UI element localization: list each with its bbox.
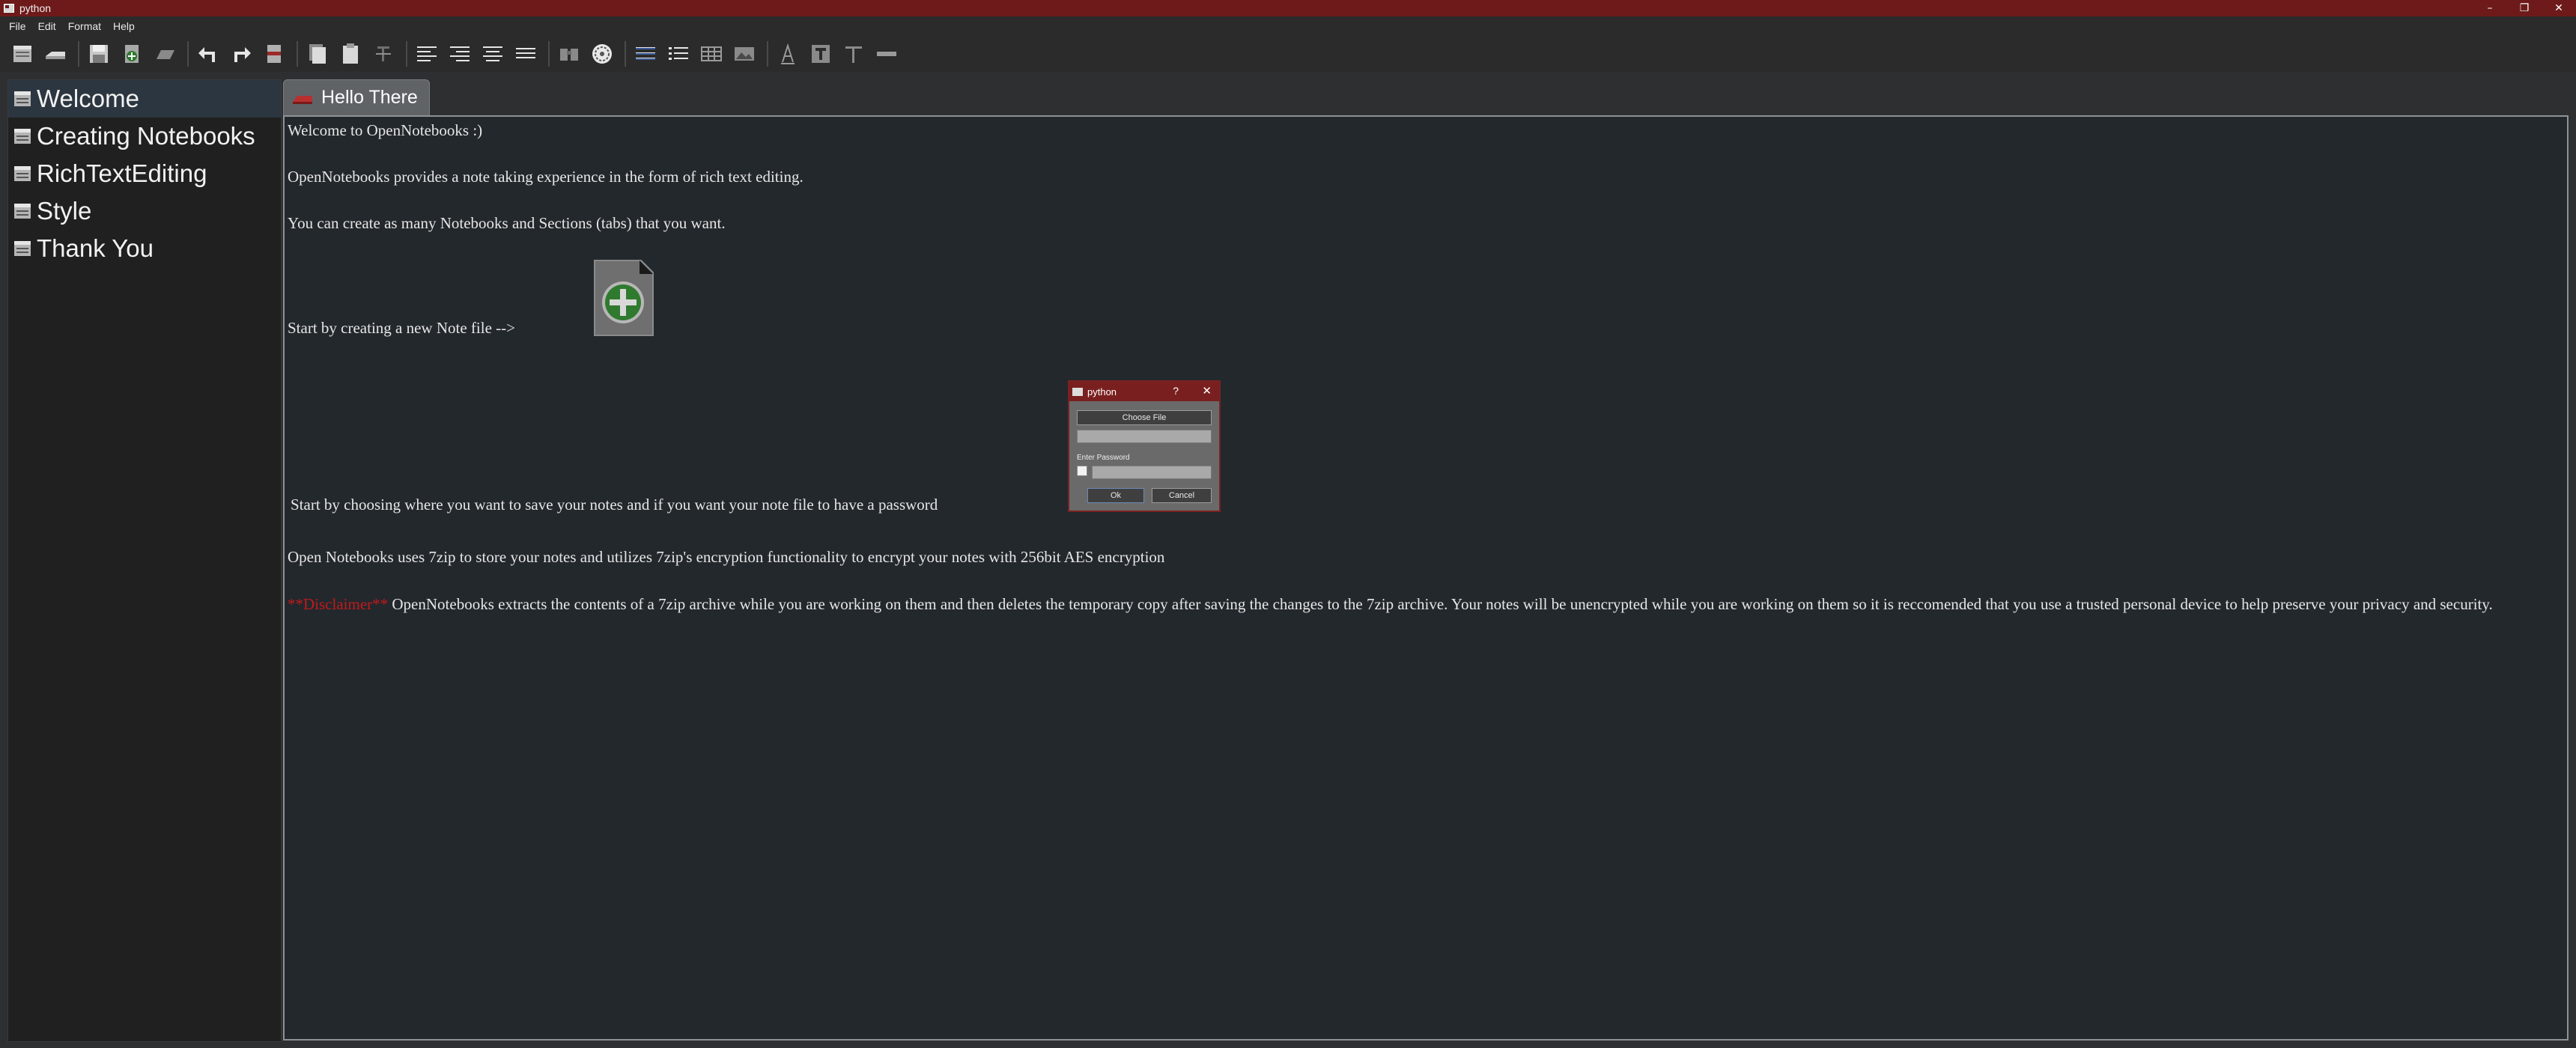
- password-label: Enter Password: [1077, 454, 1130, 462]
- toolbar-separator: [625, 41, 626, 67]
- redo-icon[interactable]: [226, 39, 256, 69]
- minimize-button[interactable]: –: [2473, 0, 2507, 16]
- disclaimer-paragraph: **Disclaimer** OpenNotebooks extracts th…: [288, 593, 2557, 616]
- align-center-icon[interactable]: [478, 39, 508, 69]
- password-checkbox: [1077, 466, 1087, 476]
- file-dialog-screenshot: python ? ✕ Choose File Enter Password Ok…: [1068, 380, 1221, 512]
- undo-icon[interactable]: [193, 39, 223, 69]
- paste-icon[interactable]: [335, 39, 365, 69]
- close-button[interactable]: ✕: [2542, 0, 2576, 16]
- toolbar-separator: [78, 41, 79, 67]
- cut-icon[interactable]: [259, 39, 289, 69]
- sidebar-item-label: Creating Notebooks: [37, 122, 255, 150]
- editor-line: Start by choosing where you want to save…: [291, 496, 938, 514]
- sidebar-item-thank-you[interactable]: Thank You: [8, 230, 281, 267]
- notebook-icon: [14, 204, 31, 219]
- notebook-icon: [14, 241, 31, 256]
- sidebar-item-label: Style: [37, 197, 92, 225]
- sidebar-item-creating-notebooks[interactable]: Creating Notebooks: [8, 118, 281, 155]
- add-section-icon[interactable]: [117, 39, 147, 69]
- menu-format[interactable]: Format: [62, 20, 107, 32]
- help-icon: ?: [1173, 385, 1179, 397]
- notebook-icon: [14, 91, 31, 106]
- toolbar-separator: [297, 41, 298, 67]
- toolbar-separator: [548, 41, 550, 67]
- ok-button: Ok: [1087, 488, 1144, 503]
- toolbar-separator: [767, 41, 768, 67]
- font-size-icon[interactable]: [839, 39, 869, 69]
- section-icon: [293, 95, 312, 104]
- toolbar: [0, 36, 2576, 72]
- choose-file-button: Choose File: [1077, 410, 1212, 425]
- numbered-list-icon[interactable]: [663, 39, 693, 69]
- save-icon[interactable]: [84, 39, 114, 69]
- editor-line: Welcome to OpenNotebooks :): [288, 121, 483, 139]
- menu-file[interactable]: File: [3, 20, 32, 32]
- editor-line: OpenNotebooks provides a note taking exp…: [288, 168, 804, 186]
- password-field: [1092, 466, 1212, 479]
- restore-button[interactable]: ❐: [2507, 0, 2542, 16]
- python-app-icon: [4, 4, 14, 13]
- toolbar-separator: [406, 41, 407, 67]
- copy-icon[interactable]: [303, 39, 332, 69]
- tab-label: Hello There: [321, 87, 418, 108]
- window-title: python: [19, 2, 52, 14]
- binoculars-icon[interactable]: [554, 39, 584, 69]
- disclaimer-label: **Disclaimer**: [288, 595, 389, 613]
- file-path-field: [1077, 430, 1212, 443]
- bullet-list-icon[interactable]: [631, 39, 660, 69]
- table-icon[interactable]: [696, 39, 726, 69]
- remove-section-icon[interactable]: [150, 39, 180, 69]
- new-note-file-icon: [594, 260, 654, 336]
- notebook-icon: [14, 166, 31, 181]
- editor-line: You can create as many Notebooks and Sec…: [288, 214, 726, 232]
- rich-text-editor[interactable]: Welcome to OpenNotebooks :) OpenNotebook…: [283, 115, 2569, 1041]
- font-color-icon[interactable]: [773, 39, 803, 69]
- notebook-icon: [14, 129, 31, 144]
- justify-icon[interactable]: [511, 39, 541, 69]
- color-wheel-icon[interactable]: [587, 39, 617, 69]
- sidebar-item-style[interactable]: Style: [8, 192, 281, 230]
- editor-line: Start by creating a new Note file -->: [288, 319, 515, 337]
- tab-hello-there[interactable]: Hello There: [283, 79, 430, 115]
- title-bar: python – ❐ ✕: [0, 0, 2576, 16]
- menu-bar: File Edit Format Help: [0, 16, 2576, 36]
- strikethrough-icon[interactable]: [368, 39, 398, 69]
- disclaimer-text: OpenNotebooks extracts the contents of a…: [388, 595, 2493, 613]
- align-right-icon[interactable]: [445, 39, 475, 69]
- sidebar-item-label: Welcome: [37, 85, 139, 112]
- notebook-list: Welcome Creating Notebooks RichTextEditi…: [7, 79, 282, 1042]
- image-icon[interactable]: [729, 39, 759, 69]
- horizontal-rule-icon[interactable]: [872, 39, 902, 69]
- python-app-icon: [1072, 387, 1083, 396]
- sidebar-item-label: Thank You: [37, 234, 154, 262]
- window-controls: – ❐ ✕: [2473, 0, 2576, 16]
- menu-help[interactable]: Help: [107, 20, 141, 32]
- sidebar-item-richtextediting[interactable]: RichTextEditing: [8, 155, 281, 192]
- menu-edit[interactable]: Edit: [32, 20, 62, 32]
- close-icon: ✕: [1202, 384, 1212, 397]
- new-notebook-icon[interactable]: [7, 39, 37, 69]
- dialog-title: python: [1087, 386, 1117, 397]
- align-left-icon[interactable]: [412, 39, 442, 69]
- toolbar-separator: [187, 41, 189, 67]
- text-background-icon[interactable]: [806, 39, 836, 69]
- sidebar-item-welcome[interactable]: Welcome: [8, 80, 281, 118]
- remove-notebook-icon[interactable]: [40, 39, 70, 69]
- editor-line: Open Notebooks uses 7zip to store your n…: [288, 548, 1165, 566]
- sidebar-item-label: RichTextEditing: [37, 159, 207, 187]
- dialog-title-bar: python ? ✕: [1069, 382, 1219, 401]
- cancel-button: Cancel: [1152, 488, 1212, 503]
